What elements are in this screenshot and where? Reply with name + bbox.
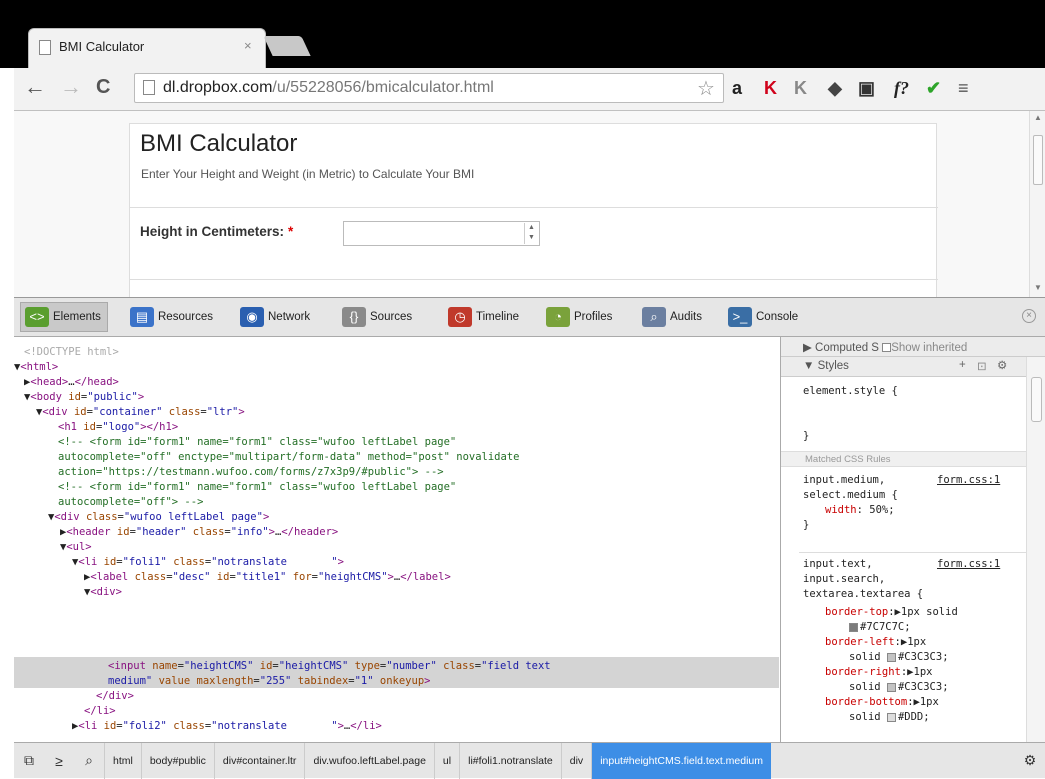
- sources-icon: {}: [342, 307, 366, 327]
- breadcrumb-item[interactable]: body#public: [140, 742, 214, 779]
- tab-label: Elements: [53, 311, 101, 323]
- elements-icon: <>: [25, 307, 49, 327]
- elements-tree[interactable]: <!DOCTYPE html> ▼<html> ▶<head>…</head> …: [14, 337, 779, 742]
- console-icon: >_: [728, 307, 752, 327]
- breadcrumb-item[interactable]: ul: [433, 742, 459, 779]
- add-rule-icon[interactable]: +: [959, 359, 966, 371]
- divider: [799, 552, 1026, 553]
- css-source-link[interactable]: form.css:1: [937, 557, 1000, 572]
- height-label: Height in Centimeters: *: [140, 224, 294, 239]
- page-icon: [39, 40, 51, 55]
- tab-label: Profiles: [574, 311, 613, 323]
- audits-icon: ⌕: [642, 307, 666, 327]
- breadcrumb-item[interactable]: div#container.ltr: [213, 742, 305, 779]
- devtools-toolbar: <> Elements ▤ Resources ◉ Network {} Sources ◷ Ti…: [14, 297, 1045, 337]
- pocket-icon[interactable]: ◆: [828, 78, 842, 99]
- show-inherited-checkbox[interactable]: [882, 343, 892, 353]
- url-text: dl.dropbox.com/u/55228056/bmicalculator.…: [163, 79, 494, 96]
- page-title: BMI Calculator: [140, 130, 298, 157]
- tab-label: Resources: [158, 311, 213, 323]
- tab-sources[interactable]: {} Sources: [338, 302, 418, 332]
- required-mark: *: [288, 224, 294, 239]
- toggle-state-icon[interactable]: ⊡: [977, 359, 987, 373]
- scrollbar-thumb[interactable]: [1031, 377, 1042, 422]
- back-icon[interactable]: ←: [24, 74, 46, 100]
- network-icon: ◉: [240, 307, 264, 327]
- scroll-down-icon[interactable]: ▼: [1034, 283, 1042, 292]
- address-bar[interactable]: dl.dropbox.com/u/55228056/bmicalculator.…: [134, 73, 724, 103]
- tab-label: Network: [268, 311, 311, 323]
- scrollbar-thumb[interactable]: [1033, 135, 1043, 185]
- browser-toolbar: ← → C dl.dropbox.com/u/55228056/bmicalcu…: [14, 68, 1045, 111]
- resources-icon: ▤: [130, 307, 154, 327]
- extension-area: a K K ◆ ▣ f? ✔ ≡: [732, 68, 1045, 111]
- tab-timeline[interactable]: ◷ Timeline: [444, 302, 525, 332]
- tab-label: Console: [756, 311, 799, 323]
- forward-icon[interactable]: →: [60, 74, 82, 100]
- devtools-close-icon[interactable]: ×: [1022, 309, 1036, 323]
- pdf-icon[interactable]: K: [764, 78, 777, 99]
- breadcrumb-item[interactable]: div: [560, 742, 591, 779]
- breadcrumb: html body#public div#container.ltr div.wufo…: [104, 742, 772, 779]
- menu-icon[interactable]: ≡: [958, 78, 969, 99]
- divider: [130, 207, 938, 208]
- console-drawer-icon[interactable]: ≥: [44, 743, 74, 779]
- tab-label: Timeline: [476, 311, 520, 323]
- devtools-status-bar: ⧉ ≥ ⌕ html body#public div#container.ltr di…: [14, 742, 1045, 779]
- element-style-rule[interactable]: element.style {: [803, 384, 898, 399]
- page-icon: [143, 80, 155, 95]
- bookmark-star-icon[interactable]: ☆: [697, 76, 715, 101]
- breadcrumb-item[interactable]: li#foli1.notranslate: [459, 742, 561, 779]
- gear-icon[interactable]: ⚙: [1015, 743, 1045, 779]
- breadcrumb-item[interactable]: input#heightCMS.field.text.medium: [591, 742, 772, 779]
- matched-rules-header: Matched CSS Rules: [781, 451, 1026, 467]
- settings-gear-icon[interactable]: ⚙: [997, 358, 1007, 372]
- breadcrumb-item[interactable]: div.wufoo.leftLabel.page: [304, 742, 433, 779]
- tab-network[interactable]: ◉ Network: [236, 302, 316, 332]
- page-viewport: BMI Calculator Enter Your Height and Wei…: [14, 111, 1045, 297]
- tab-resources[interactable]: ▤ Resources: [126, 302, 219, 332]
- tab-close-icon[interactable]: ×: [244, 38, 252, 53]
- extension-k-icon[interactable]: K: [794, 78, 807, 99]
- tab-profiles[interactable]: ◔ Profiles: [542, 302, 618, 332]
- number-spinner[interactable]: ▲ ▼: [524, 223, 538, 244]
- evernote-icon[interactable]: ▣: [858, 78, 875, 99]
- reload-icon[interactable]: C: [96, 76, 110, 99]
- tab-elements[interactable]: <> Elements: [20, 302, 108, 332]
- tab-title: BMI Calculator: [59, 39, 145, 54]
- tab-audits[interactable]: ⌕ Audits: [638, 302, 708, 332]
- breadcrumb-item[interactable]: html: [104, 742, 141, 779]
- browser-tab[interactable]: BMI Calculator ×: [28, 28, 266, 68]
- page-scrollbar[interactable]: ▲ ▼: [1029, 111, 1045, 297]
- styles-header[interactable]: ▼ Styles + ⊡ ⚙: [781, 357, 1026, 377]
- height-input[interactable]: ▲ ▼: [343, 221, 540, 246]
- dock-icon[interactable]: ⧉: [14, 743, 44, 779]
- check-icon[interactable]: ✔: [926, 78, 941, 99]
- form-card: BMI Calculator Enter Your Height and Wei…: [129, 123, 938, 297]
- sidebar-scrollbar[interactable]: [1026, 357, 1045, 742]
- styles-sidebar: ▶ Computed S Show inherited ▼ Styles + ⊡ ⚙ …: [780, 337, 1045, 742]
- tab-label: Audits: [670, 311, 702, 323]
- css-source-link[interactable]: form.css:1: [937, 473, 1000, 488]
- tab-console[interactable]: >_ Console: [724, 302, 804, 332]
- search-icon[interactable]: ⌕: [74, 743, 104, 779]
- computed-style-header[interactable]: ▶ Computed S Show inherited: [781, 337, 1045, 357]
- page-description: Enter Your Height and Weight (in Metric)…: [141, 167, 475, 181]
- divider: [130, 279, 938, 280]
- profiles-icon: ◔: [546, 307, 570, 327]
- amazon-icon[interactable]: a: [732, 78, 742, 99]
- scroll-up-icon[interactable]: ▲: [1034, 113, 1042, 122]
- timeline-icon: ◷: [448, 307, 472, 327]
- tab-label: Sources: [370, 311, 413, 323]
- formula-icon[interactable]: f?: [894, 78, 909, 99]
